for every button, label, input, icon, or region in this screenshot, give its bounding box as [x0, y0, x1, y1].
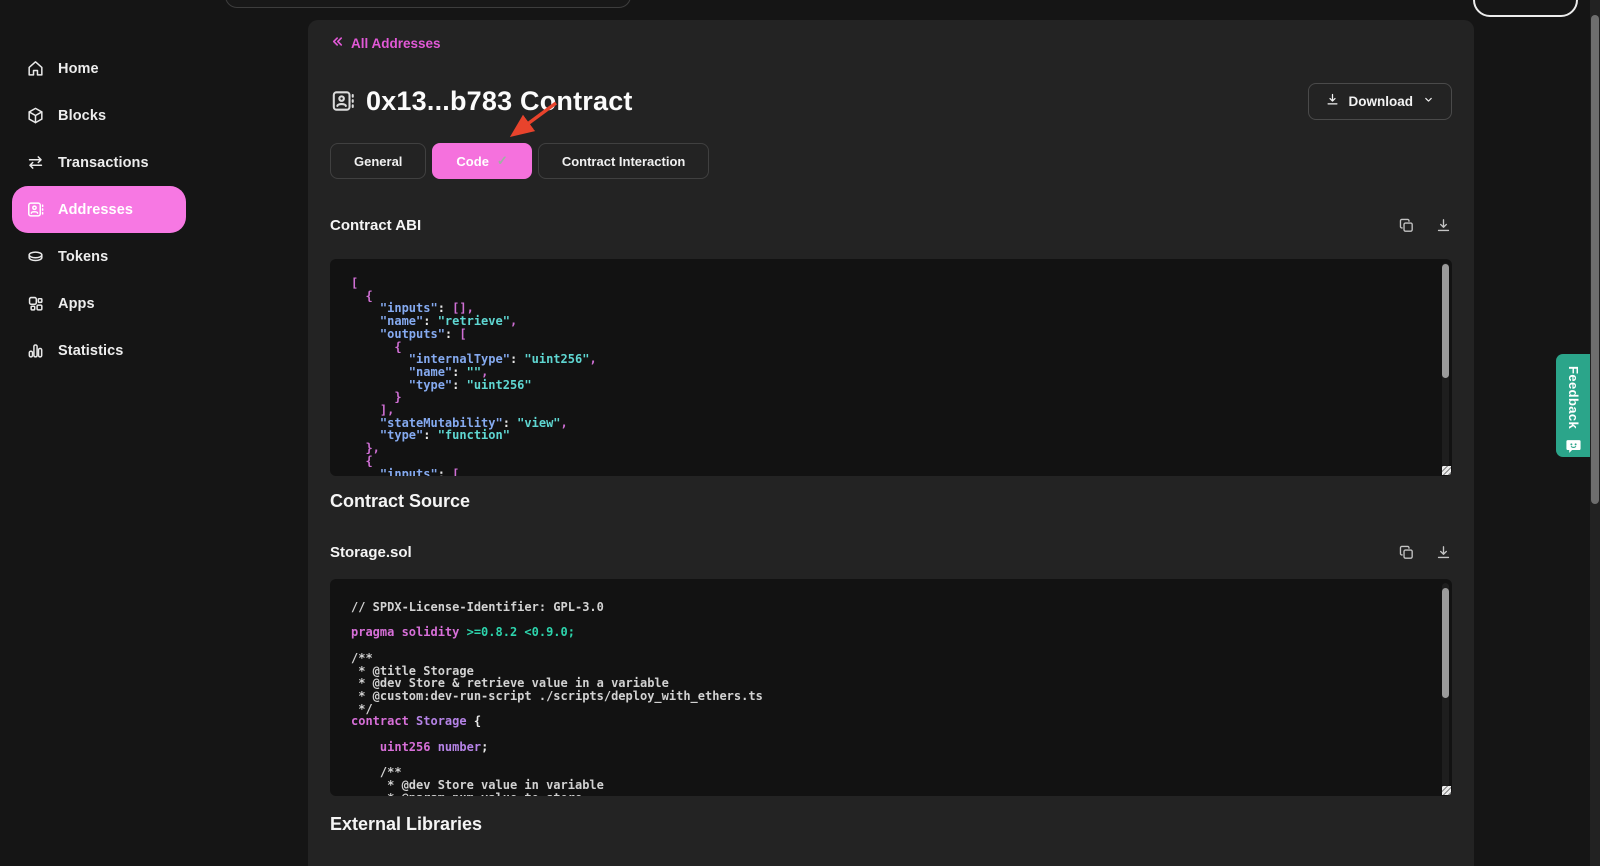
copy-abi-icon[interactable] [1397, 216, 1415, 234]
connect-wallet-button[interactable] [1473, 0, 1578, 17]
sidebar-item-blocks[interactable]: Blocks [12, 92, 186, 139]
feedback-button[interactable]: Feedback [1556, 354, 1591, 457]
source-scrollbar-thumb[interactable] [1442, 588, 1449, 698]
tab-label: General [354, 154, 402, 169]
sidebar-item-label: Home [58, 61, 99, 77]
tab-code[interactable]: Code ✓ [432, 143, 531, 179]
cube-icon [26, 106, 45, 125]
download-icon [1325, 92, 1340, 110]
source-resize-grip[interactable] [1442, 786, 1451, 795]
bar-chart-icon [26, 341, 45, 360]
transfer-arrows-icon [26, 153, 45, 172]
source-file-name: Storage.sol [330, 544, 412, 561]
sidebar-item-label: Addresses [58, 202, 133, 218]
tab-general[interactable]: General [330, 143, 426, 179]
sidebar: Home Blocks Transactions Addresses Token… [0, 20, 308, 374]
abi-resize-grip[interactable] [1442, 466, 1451, 475]
back-to-all-addresses-link[interactable]: All Addresses [330, 33, 441, 53]
contact-card-icon [26, 200, 45, 219]
contract-abi-code-block[interactable]: [ { "inputs": [], "name": "retrieve", "o… [330, 259, 1452, 476]
download-abi-icon[interactable] [1434, 216, 1452, 234]
contract-source-code-block[interactable]: // SPDX-License-Identifier: GPL-3.0 prag… [330, 579, 1452, 796]
tab-label: Contract Interaction [562, 154, 686, 169]
sidebar-item-addresses[interactable]: Addresses [12, 186, 186, 233]
contact-card-icon [330, 88, 356, 114]
sidebar-item-transactions[interactable]: Transactions [12, 139, 186, 186]
sidebar-item-statistics[interactable]: Statistics [12, 327, 186, 374]
main-panel: All Addresses 0x13...b783 Contract Downl… [308, 20, 1474, 866]
home-icon [26, 59, 45, 78]
verified-check-icon: ✓ [497, 153, 508, 169]
tab-label: Code [456, 154, 489, 169]
page-scrollbar-thumb[interactable] [1591, 15, 1599, 504]
chevron-down-icon [1422, 93, 1435, 109]
sidebar-item-label: Blocks [58, 108, 106, 124]
copy-source-icon[interactable] [1397, 543, 1415, 561]
sidebar-item-label: Statistics [58, 343, 123, 359]
coin-icon [26, 247, 45, 266]
sidebar-item-label: Transactions [58, 155, 149, 171]
feedback-label: Feedback [1566, 366, 1581, 429]
double-chevron-left-icon [330, 34, 345, 52]
sidebar-item-label: Apps [58, 296, 95, 312]
download-source-icon[interactable] [1434, 543, 1452, 561]
sidebar-item-home[interactable]: Home [12, 45, 186, 92]
contract-abi-code: [ { "inputs": [], "name": "retrieve", "o… [330, 259, 1452, 476]
external-libraries-heading: External Libraries [330, 814, 482, 835]
download-button-label: Download [1349, 94, 1414, 109]
abi-scrollbar-thumb[interactable] [1442, 264, 1449, 378]
tab-contract-interaction[interactable]: Contract Interaction [538, 143, 710, 179]
download-button[interactable]: Download [1308, 83, 1453, 120]
page-title: 0x13...b783 Contract [366, 86, 633, 117]
apps-grid-icon [26, 294, 45, 313]
sidebar-item-label: Tokens [58, 249, 108, 265]
sidebar-item-apps[interactable]: Apps [12, 280, 186, 327]
contract-tabs: General Code ✓ Contract Interaction [330, 143, 1452, 179]
sidebar-item-tokens[interactable]: Tokens [12, 233, 186, 280]
back-link-label: All Addresses [351, 36, 441, 51]
feedback-smiley-icon [1565, 438, 1582, 460]
search-input[interactable] [225, 0, 631, 8]
contract-abi-heading: Contract ABI [330, 217, 421, 234]
contract-source-code: // SPDX-License-Identifier: GPL-3.0 prag… [330, 579, 1452, 796]
contract-source-heading: Contract Source [330, 491, 470, 512]
